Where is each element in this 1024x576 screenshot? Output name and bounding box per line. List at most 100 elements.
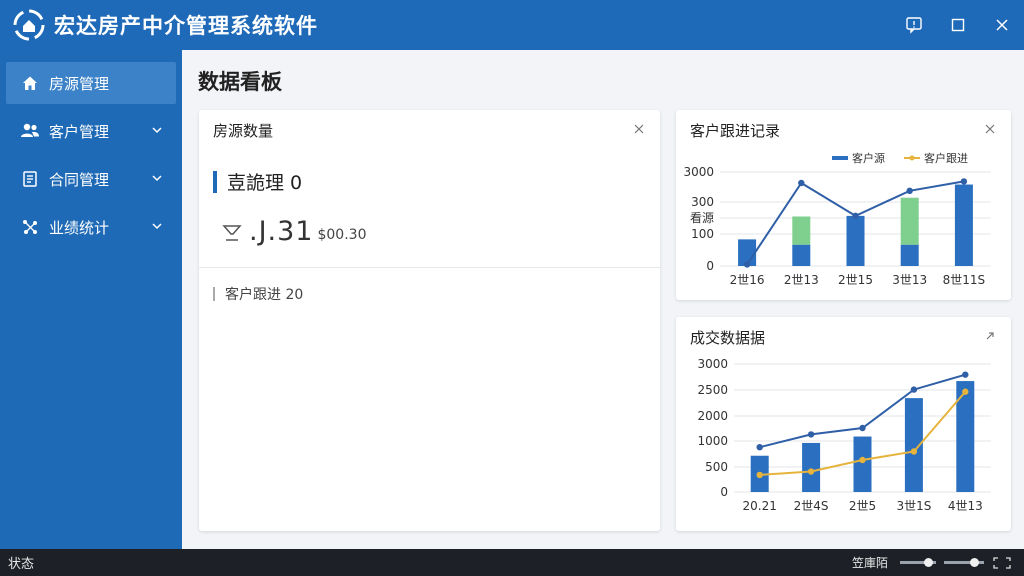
maximize-button[interactable] — [936, 0, 980, 50]
line-point — [756, 471, 763, 479]
app-title: 宏达房产中介管理系统软件 — [54, 14, 318, 38]
follow-stat-text: 客户跟进 20 — [225, 287, 304, 303]
bar — [792, 244, 811, 266]
line-point — [852, 212, 859, 220]
bar — [846, 215, 865, 266]
sidebar-item-label: 客户管理 — [49, 122, 110, 141]
title-bar: 宏达房产中介管理系统软件 — [0, 0, 1024, 50]
stacked-bar — [900, 197, 919, 245]
x-tick-label: 3世1S — [896, 499, 931, 513]
line-point — [743, 261, 751, 268]
divider — [199, 267, 660, 268]
sidebar-item-stats[interactable]: 业绩统计 — [6, 206, 176, 248]
line-point — [962, 371, 969, 378]
y-tick-label: 1000 — [697, 434, 728, 448]
legend-swatch — [832, 156, 848, 160]
chevron-down-icon — [152, 223, 162, 230]
deal-data-card: 成交数据据 3000 2500 2000 1000 500 0 20.21 2世4S 2世5 3世… — [676, 317, 1011, 531]
scale-slider[interactable] — [944, 558, 984, 567]
home-icon — [20, 73, 40, 93]
house-count-card: 房源数量 壴詭理 0 .J.31 $00.30 客户跟进 20 — [199, 110, 660, 531]
sidebar: 房源管理 客户管理 合同管理 业绩统计 — [0, 50, 182, 549]
y-tick-label: 100 — [691, 227, 714, 241]
bar — [802, 442, 821, 492]
fullscreen-icon[interactable] — [992, 556, 1012, 570]
line-point — [960, 178, 968, 185]
customer-follow-card: 客户跟进记录 3000 300 看源 100 0 2世16 2世13 2世15 3世13 8世11… — [676, 110, 1011, 300]
legend-swatch-dot — [909, 155, 915, 161]
chevron-down-icon — [152, 127, 162, 134]
line-point — [798, 179, 805, 187]
x-tick-label: 2世5 — [849, 499, 876, 513]
close-window-button[interactable] — [980, 0, 1024, 50]
y-tick-label: 0 — [706, 259, 714, 273]
stacked-bar — [792, 216, 811, 245]
x-tick-label: 2世15 — [838, 273, 873, 287]
y-tick-label: 看源 — [690, 211, 714, 225]
card-title: 房源数量 — [213, 122, 274, 140]
feedback-button[interactable] — [892, 0, 936, 50]
maximize-icon — [951, 18, 965, 32]
x-tick-label: 4世13 — [948, 499, 983, 513]
house-stat-text: 壴詭理 0 — [227, 172, 303, 194]
zoom-label: 笠庫陌 — [851, 556, 888, 570]
close-icon — [996, 19, 1008, 31]
line-point — [910, 386, 918, 393]
status-right: 笠庫陌 — [852, 549, 1012, 576]
accent-bar — [213, 287, 215, 301]
close-icon[interactable] — [632, 122, 646, 136]
x-tick-label: 8世11S — [943, 273, 986, 287]
x-tick-label: 2世4S — [794, 499, 829, 513]
sidebar-item-label: 房源管理 — [49, 74, 110, 93]
y-tick-label: 3000 — [697, 357, 728, 371]
house-metric: .J.31 $00.30 — [221, 216, 366, 247]
x-tick-label: 3世13 — [892, 273, 927, 287]
follow-stat: 客户跟进 20 — [213, 284, 303, 304]
line-point — [859, 424, 866, 432]
status-text: 状态 — [8, 557, 35, 572]
status-bar: 状态 笠庫陌 — [0, 549, 1024, 576]
y-tick-label: 3000 — [683, 165, 714, 179]
series-line — [759, 373, 966, 449]
y-tick-label: 300 — [691, 195, 714, 209]
x-tick-label: 2世13 — [784, 273, 819, 287]
bar — [853, 436, 872, 492]
stats-icon — [20, 217, 40, 237]
line-point — [910, 448, 918, 455]
deal-data-chart: 3000 2500 2000 1000 500 0 20.21 2世4S 2世5 3世1S 4世13 — [697, 357, 991, 513]
line-point — [807, 431, 815, 438]
filter-icon — [222, 225, 242, 241]
line-point — [962, 388, 969, 395]
y-tick-label: 500 — [705, 460, 728, 474]
window-controls — [892, 0, 1024, 50]
line-point — [756, 444, 763, 451]
line-point — [807, 468, 815, 475]
y-tick-label: 2500 — [697, 383, 728, 397]
users-icon — [20, 121, 40, 141]
line-point — [906, 187, 913, 194]
sidebar-item-contracts[interactable]: 合同管理 — [6, 158, 176, 200]
sidebar-item-label: 业绩统计 — [49, 218, 110, 237]
metric-value: .J.31 — [249, 216, 314, 247]
y-tick-label: 2000 — [697, 409, 728, 423]
slider-handle[interactable] — [923, 558, 933, 567]
y-tick-label: 0 — [720, 485, 728, 499]
customer-follow-chart: 3000 300 看源 100 0 2世16 2世13 2世15 3世13 8世11S 客户源 客户跟… — [683, 151, 991, 287]
bar — [954, 184, 973, 266]
line-point — [859, 456, 866, 464]
feedback-icon — [906, 17, 922, 34]
legend-label: 客户源 — [852, 151, 885, 165]
page-title: 数据看板 — [198, 70, 282, 94]
house-stat: 壴詭理 0 — [213, 168, 302, 195]
metric-sub-value: $00.30 — [317, 227, 367, 243]
slider-handle[interactable] — [969, 558, 979, 567]
x-tick-label: 2世16 — [730, 273, 765, 287]
contract-icon — [20, 169, 40, 189]
main-content: 数据看板 房源数量 壴詭理 0 .J.31 $00.30 客户跟进 20 客户跟… — [182, 50, 1024, 549]
sidebar-item-customers[interactable]: 客户管理 — [6, 110, 176, 152]
legend-label: 客户跟进 — [924, 151, 968, 165]
sidebar-item-house[interactable]: 房源管理 — [6, 62, 176, 104]
sidebar-item-label: 合同管理 — [49, 170, 110, 189]
zoom-slider[interactable] — [900, 558, 936, 567]
bar — [900, 244, 919, 266]
